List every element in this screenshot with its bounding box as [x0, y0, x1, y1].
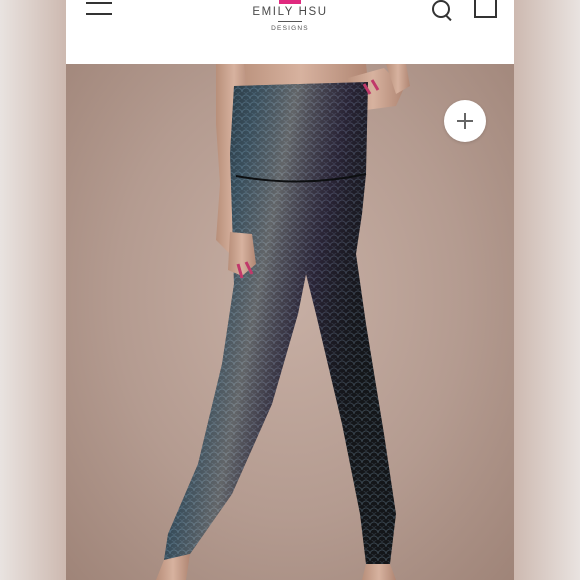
logo-divider — [278, 21, 302, 22]
leggings-illustration — [156, 64, 410, 580]
logo-mark — [279, 0, 301, 4]
brand-logo[interactable]: EMILY HSU DESIGNS — [240, 0, 340, 40]
search-icon[interactable] — [432, 0, 454, 22]
brand-name: EMILY HSU — [252, 6, 328, 18]
plus-icon[interactable] — [444, 100, 486, 142]
site-header: EMILY HSU DESIGNS — [66, 0, 514, 64]
search-handle — [444, 14, 452, 22]
foot-right — [362, 564, 396, 580]
shopping-bag-icon[interactable] — [474, 0, 497, 18]
product-page: EMILY HSU DESIGNS — [66, 0, 514, 580]
brand-subtitle: DESIGNS — [271, 25, 309, 32]
leggings-sheen — [164, 82, 396, 564]
plus-vertical — [464, 113, 466, 129]
hamburger-icon[interactable] — [86, 0, 112, 18]
menu-line — [86, 2, 112, 4]
product-image[interactable] — [66, 64, 514, 580]
menu-line — [86, 13, 112, 15]
